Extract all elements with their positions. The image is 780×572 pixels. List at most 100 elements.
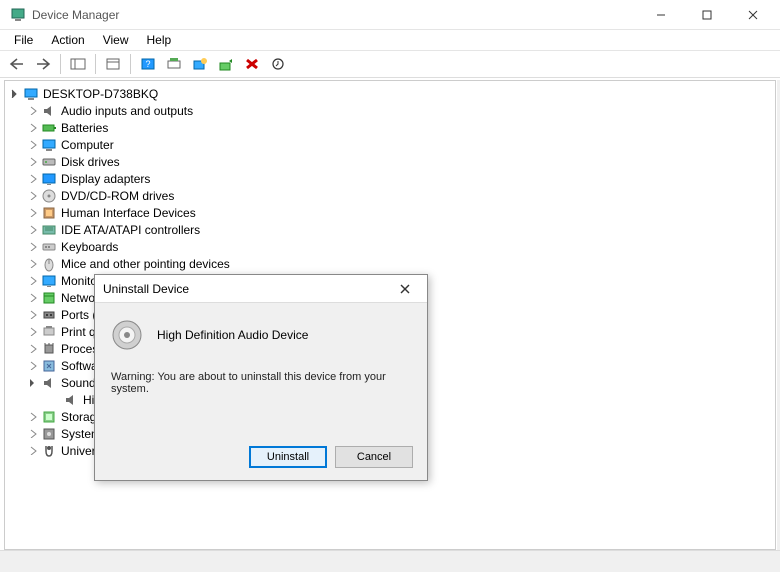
install-legacy-button[interactable] bbox=[215, 53, 237, 75]
toolbar-separator bbox=[95, 54, 96, 74]
tree-category-label: DVD/CD-ROM drives bbox=[61, 189, 174, 203]
device-icon bbox=[41, 205, 57, 221]
window-buttons bbox=[638, 0, 776, 30]
uninstall-device-button[interactable] bbox=[241, 53, 263, 75]
device-icon bbox=[41, 273, 57, 289]
tree-category-label: Keyboards bbox=[61, 240, 118, 254]
expand-icon[interactable] bbox=[27, 105, 39, 117]
expand-icon[interactable] bbox=[27, 326, 39, 338]
show-hide-tree-button[interactable] bbox=[67, 53, 89, 75]
menu-file[interactable]: File bbox=[6, 31, 41, 49]
svg-text:?: ? bbox=[145, 59, 150, 69]
device-icon bbox=[41, 324, 57, 340]
expand-icon[interactable] bbox=[27, 173, 39, 185]
tree-category[interactable]: Keyboards bbox=[5, 238, 775, 255]
expand-icon[interactable] bbox=[27, 275, 39, 287]
dialog-button-row: Uninstall Cancel bbox=[249, 446, 413, 468]
menu-bar: File Action View Help bbox=[0, 30, 780, 50]
properties-button[interactable] bbox=[102, 53, 124, 75]
tree-category[interactable]: IDE ATA/ATAPI controllers bbox=[5, 221, 775, 238]
dialog-title: Uninstall Device bbox=[103, 282, 391, 296]
dialog-warning-text: Warning: You are about to uninstall this… bbox=[111, 371, 411, 395]
tree-category[interactable]: DVD/CD-ROM drives bbox=[5, 187, 775, 204]
device-icon bbox=[41, 188, 57, 204]
tree-root-label: DESKTOP-D738BKQ bbox=[43, 87, 158, 101]
menu-action[interactable]: Action bbox=[43, 31, 92, 49]
update-driver-button[interactable] bbox=[189, 53, 211, 75]
scan-hardware-button[interactable] bbox=[163, 53, 185, 75]
expand-icon[interactable] bbox=[27, 411, 39, 423]
device-icon bbox=[41, 290, 57, 306]
uninstall-button[interactable]: Uninstall bbox=[249, 446, 327, 468]
device-icon bbox=[41, 375, 57, 391]
tree-category-label: Mice and other pointing devices bbox=[61, 257, 230, 271]
tree-category-label: Computer bbox=[61, 138, 114, 152]
expand-icon[interactable] bbox=[27, 156, 39, 168]
expand-icon[interactable] bbox=[27, 445, 39, 457]
device-icon bbox=[41, 103, 57, 119]
tree-category[interactable]: Mice and other pointing devices bbox=[5, 255, 775, 272]
device-icon bbox=[41, 409, 57, 425]
expand-icon[interactable] bbox=[27, 241, 39, 253]
dialog-close-button[interactable] bbox=[391, 279, 419, 299]
tree-category[interactable]: Display adapters bbox=[5, 170, 775, 187]
toolbar: ? bbox=[0, 50, 780, 78]
expand-icon[interactable] bbox=[27, 122, 39, 134]
tree-category[interactable]: Computer bbox=[5, 136, 775, 153]
expand-icon[interactable] bbox=[27, 224, 39, 236]
window-title: Device Manager bbox=[32, 8, 638, 22]
speaker-icon bbox=[63, 392, 79, 408]
device-icon bbox=[41, 171, 57, 187]
cancel-button[interactable]: Cancel bbox=[335, 446, 413, 468]
menu-view[interactable]: View bbox=[95, 31, 137, 49]
titlebar: Device Manager bbox=[0, 0, 780, 30]
device-icon bbox=[41, 239, 57, 255]
expand-icon[interactable] bbox=[27, 139, 39, 151]
expand-icon[interactable] bbox=[27, 360, 39, 372]
tree-category-label: Batteries bbox=[61, 121, 108, 135]
device-icon bbox=[41, 222, 57, 238]
tree-category-label: IDE ATA/ATAPI controllers bbox=[61, 223, 200, 237]
computer-icon bbox=[23, 86, 39, 102]
tree-category-label: Human Interface Devices bbox=[61, 206, 196, 220]
expand-icon[interactable] bbox=[27, 258, 39, 270]
device-icon bbox=[41, 426, 57, 442]
tree-category-label: Disk drives bbox=[61, 155, 120, 169]
expand-icon[interactable] bbox=[27, 309, 39, 321]
speaker-icon bbox=[111, 319, 143, 351]
expand-icon[interactable] bbox=[27, 190, 39, 202]
device-icon bbox=[41, 120, 57, 136]
device-manager-icon bbox=[10, 7, 26, 23]
maximize-button[interactable] bbox=[684, 0, 730, 30]
tree-category[interactable]: Audio inputs and outputs bbox=[5, 102, 775, 119]
expand-icon[interactable] bbox=[27, 428, 39, 440]
dialog-titlebar: Uninstall Device bbox=[95, 275, 427, 303]
dialog-body: High Definition Audio Device Warning: Yo… bbox=[95, 303, 427, 403]
device-icon bbox=[41, 256, 57, 272]
toolbar-separator bbox=[60, 54, 61, 74]
device-icon bbox=[41, 358, 57, 374]
scan-changes-button[interactable] bbox=[267, 53, 289, 75]
dialog-device-name: High Definition Audio Device bbox=[157, 328, 308, 342]
uninstall-dialog: Uninstall Device High Definition Audio D… bbox=[94, 274, 428, 481]
close-button[interactable] bbox=[730, 0, 776, 30]
expand-icon[interactable] bbox=[27, 292, 39, 304]
menu-help[interactable]: Help bbox=[139, 31, 180, 49]
tree-category[interactable]: Batteries bbox=[5, 119, 775, 136]
back-button[interactable] bbox=[6, 53, 28, 75]
tree-category-label: Display adapters bbox=[61, 172, 150, 186]
help-button[interactable]: ? bbox=[137, 53, 159, 75]
spacer bbox=[49, 394, 61, 406]
minimize-button[interactable] bbox=[638, 0, 684, 30]
forward-button[interactable] bbox=[32, 53, 54, 75]
expand-icon[interactable] bbox=[9, 88, 21, 100]
tree-category[interactable]: Human Interface Devices bbox=[5, 204, 775, 221]
expand-icon[interactable] bbox=[27, 343, 39, 355]
device-icon bbox=[41, 137, 57, 153]
tree-category[interactable]: Disk drives bbox=[5, 153, 775, 170]
toolbar-separator bbox=[130, 54, 131, 74]
expand-icon[interactable] bbox=[27, 207, 39, 219]
dialog-device-row: High Definition Audio Device bbox=[111, 319, 411, 351]
tree-root[interactable]: DESKTOP-D738BKQ bbox=[5, 85, 775, 102]
expand-icon[interactable] bbox=[27, 377, 39, 389]
